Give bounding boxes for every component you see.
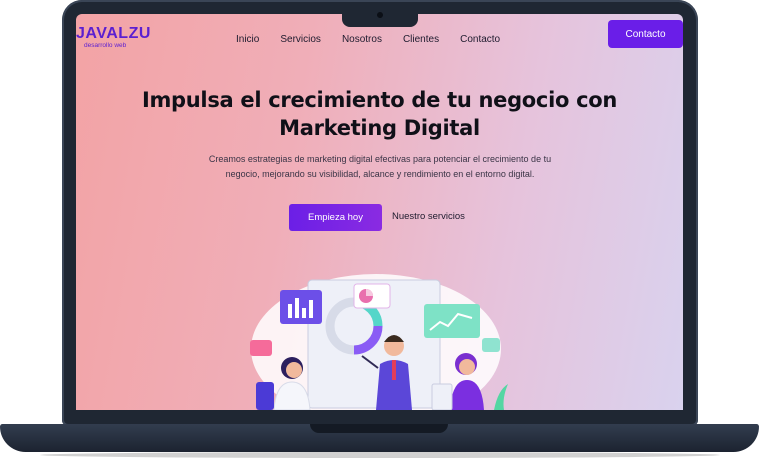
start-today-button[interactable]: Empieza hoy	[289, 204, 382, 231]
logo-title: JAVALZU	[76, 25, 151, 42]
hero-description-line2: negocio, mejorando su visibilidad, alcan…	[225, 169, 535, 179]
hero-title: Impulsa el crecimiento de tu negocio con…	[116, 86, 643, 142]
nav-item-nosotros[interactable]: Nosotros	[342, 34, 382, 45]
nav-item-contacto[interactable]: Contacto	[460, 34, 500, 45]
bar-chart-card-icon	[280, 290, 322, 324]
hero-title-line1: Impulsa el crecimiento de tu negocio con	[141, 88, 618, 112]
hero-title-line2: Marketing Digital	[279, 116, 480, 140]
chat-bubble-icon	[482, 338, 500, 352]
laptop-base-groove	[310, 424, 448, 433]
nav-item-inicio[interactable]: Inicio	[236, 34, 259, 45]
plant-icon	[494, 384, 508, 410]
camera-icon	[377, 12, 383, 18]
marketing-team-illustration	[250, 274, 508, 410]
website-screen: JAVALZU desarrollo web Inicio Servicios …	[76, 14, 683, 410]
logo-tagline: desarrollo web	[84, 42, 127, 49]
our-services-link[interactable]: Nuestro servicios	[392, 211, 465, 222]
main-nav: Inicio Servicios Nosotros Clientes Conta…	[236, 34, 500, 45]
like-bubble-icon	[250, 340, 272, 356]
nav-item-clientes[interactable]: Clientes	[403, 34, 439, 45]
hero-description-line1: Creamos estrategias de marketing digital…	[208, 154, 552, 164]
contact-button[interactable]: Contacto	[608, 20, 683, 48]
nav-item-servicios[interactable]: Servicios	[280, 34, 321, 45]
laptop-shadow	[40, 452, 720, 458]
hero-description: Creamos estrategias de marketing digital…	[174, 152, 586, 182]
laptop-base	[0, 424, 759, 452]
brand-logo[interactable]: JAVALZU desarrollo web	[76, 25, 151, 50]
